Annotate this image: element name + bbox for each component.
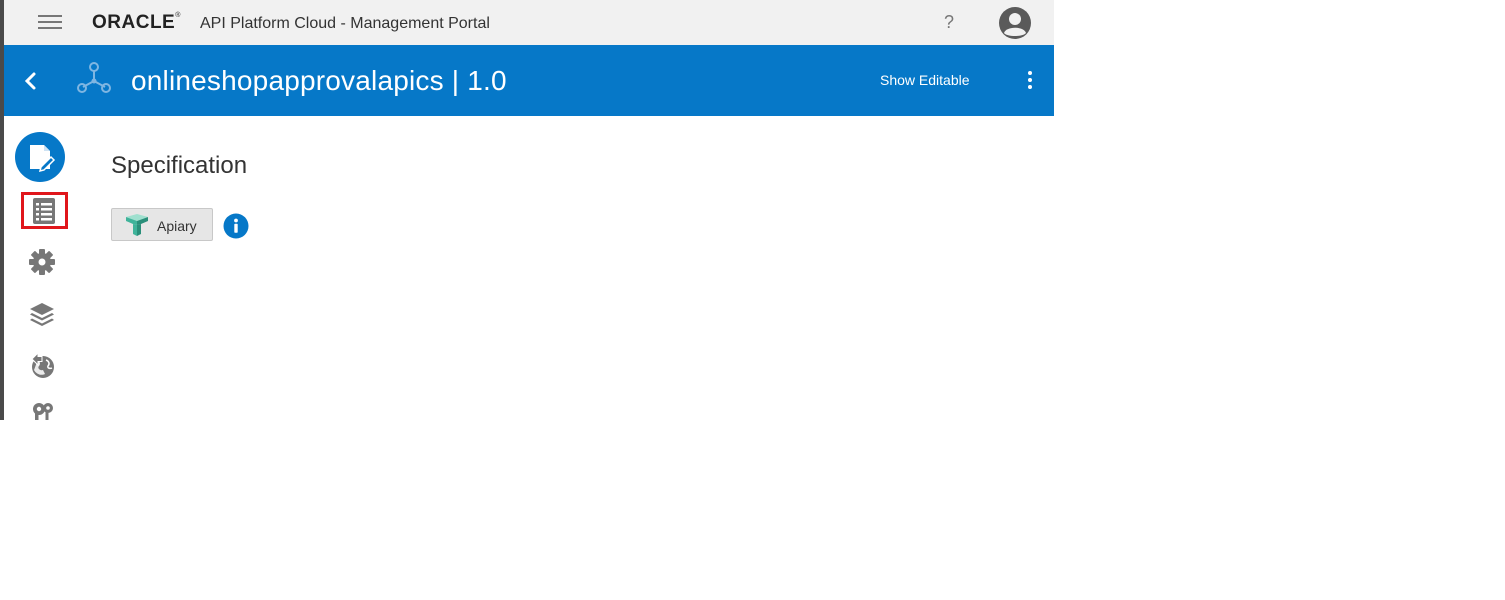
- info-icon[interactable]: [223, 213, 249, 239]
- show-editable-button[interactable]: Show Editable: [880, 72, 970, 88]
- document-edit-icon: [30, 145, 56, 173]
- brand-text: ORACLE: [92, 12, 176, 33]
- apiary-logo-icon: [124, 213, 150, 237]
- help-icon[interactable]: ?: [944, 12, 954, 33]
- top-bar: ORACLE® API Platform Cloud - Management …: [4, 0, 1054, 45]
- api-header: onlineshopapprovalapics | 1.0 Show Edita…: [4, 45, 1054, 116]
- oracle-logo: ORACLE®: [92, 12, 181, 34]
- layers-icon: [30, 303, 54, 326]
- sidebar-item-documentation[interactable]: [21, 192, 68, 229]
- app-window: ORACLE® API Platform Cloud - Management …: [0, 0, 1054, 420]
- portal-title: API Platform Cloud - Management Portal: [200, 15, 490, 32]
- sidebar-item-deployments[interactable]: [28, 299, 56, 327]
- api-name-title: onlineshopapprovalapics | 1.0: [131, 65, 507, 96]
- sidebar-item-policies[interactable]: [28, 248, 56, 276]
- sidebar-item-specification[interactable]: [15, 132, 65, 182]
- section-title: Specification: [111, 152, 248, 179]
- key-icon: [33, 403, 53, 420]
- kebab-menu-icon[interactable]: [1026, 71, 1034, 89]
- apiary-button-label: Apiary: [157, 218, 197, 234]
- list-document-icon: [33, 198, 55, 224]
- brand-mark: ®: [175, 12, 181, 19]
- apiary-button[interactable]: Apiary: [111, 208, 213, 241]
- api-nodes-icon: [76, 61, 112, 95]
- hamburger-icon[interactable]: [38, 15, 62, 31]
- sidebar-item-publication[interactable]: [28, 350, 56, 380]
- sidebar-item-grants[interactable]: [30, 400, 56, 420]
- user-avatar-icon[interactable]: [998, 6, 1032, 40]
- globe-arrow-icon: [31, 351, 54, 378]
- chevron-left-icon[interactable]: [22, 69, 40, 93]
- gear-icon: [29, 249, 55, 275]
